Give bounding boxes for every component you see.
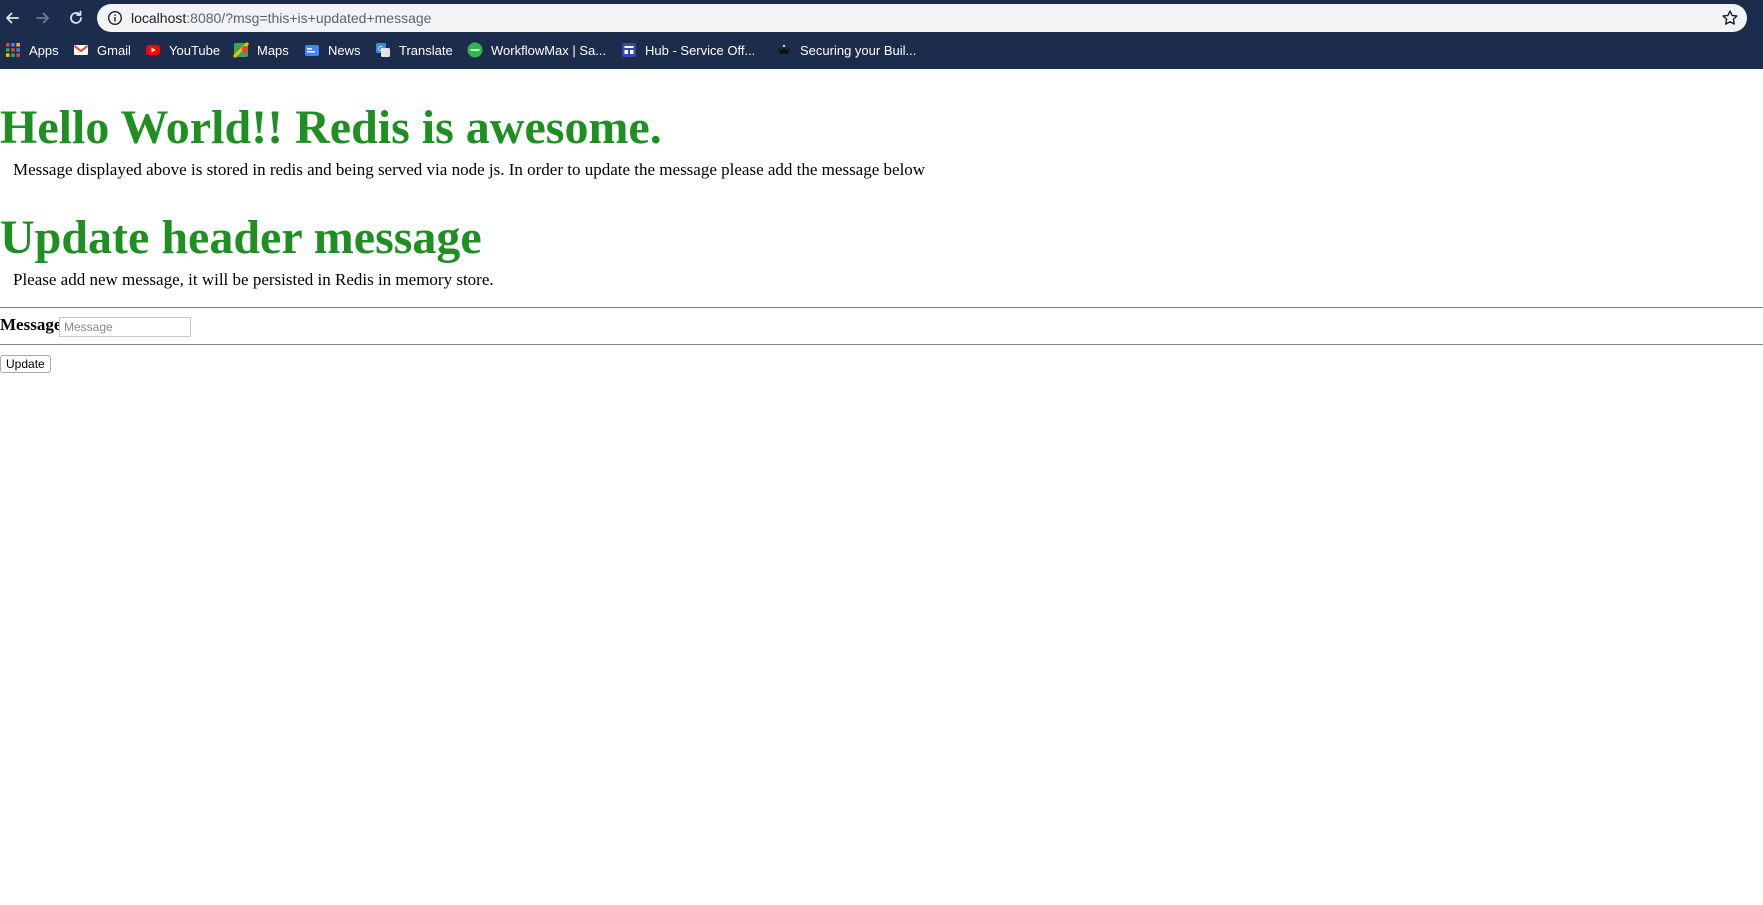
- bookmark-hub[interactable]: Hub - Service Off...: [621, 38, 755, 62]
- youtube-icon: [145, 42, 161, 58]
- bookmark-youtube[interactable]: YouTube: [145, 38, 220, 62]
- browser-toolbar: localhost:8080/?msg=this+is+updated+mess…: [0, 0, 1763, 36]
- form-divider-bottom: [0, 344, 1763, 345]
- bookmark-translate[interactable]: G Translate: [375, 38, 453, 62]
- securing-icon: [776, 42, 792, 58]
- browser-chrome: localhost:8080/?msg=this+is+updated+mess…: [0, 0, 1763, 69]
- address-bar[interactable]: localhost:8080/?msg=this+is+updated+mess…: [97, 4, 1747, 32]
- bookmark-workflowmax[interactable]: WorkflowMax | Sa...: [467, 38, 606, 62]
- svg-text:G: G: [378, 46, 383, 53]
- workflowmax-icon: [467, 42, 483, 58]
- form-divider-top: [0, 307, 1763, 308]
- message-field-label: Message: [0, 315, 62, 334]
- update-section-title: Update header message: [0, 211, 482, 264]
- bookmark-label: Hub - Service Off...: [645, 42, 756, 58]
- bookmark-label: WorkflowMax | Sa...: [491, 42, 607, 58]
- bookmark-label: Maps: [257, 42, 289, 58]
- bookmark-label: Apps: [29, 42, 59, 58]
- bookmark-maps[interactable]: Maps: [232, 38, 289, 62]
- translate-icon: G: [375, 42, 391, 58]
- reload-button[interactable]: [64, 6, 88, 30]
- url-path: :8080/?msg=this+is+updated+message: [186, 10, 432, 26]
- star-icon[interactable]: [1721, 9, 1739, 27]
- update-section-description: Please add new message, it will be persi…: [13, 270, 494, 289]
- bookmark-label: News: [328, 42, 361, 58]
- bookmark-apps[interactable]: Apps: [5, 38, 59, 62]
- info-icon[interactable]: [107, 10, 123, 26]
- page-content: Hello World!! Redis is awesome. Message …: [0, 69, 1763, 905]
- forward-button[interactable]: [31, 6, 55, 30]
- bookmark-securing[interactable]: Securing your Buil...: [776, 38, 916, 62]
- bookmark-gmail[interactable]: Gmail: [73, 38, 131, 62]
- reload-icon: [70, 10, 82, 24]
- arrow-right-icon: [36, 12, 49, 24]
- url-host: localhost: [131, 10, 187, 26]
- bookmark-label: Securing your Buil...: [800, 42, 917, 58]
- gmail-icon: [73, 42, 89, 58]
- page-description: Message displayed above is stored in red…: [13, 160, 926, 179]
- bookmark-label: Translate: [399, 42, 453, 58]
- bookmark-label: Gmail: [97, 42, 131, 58]
- update-button[interactable]: Update: [0, 355, 51, 373]
- news-icon: [304, 42, 320, 58]
- message-input[interactable]: [59, 317, 191, 337]
- bookmark-news[interactable]: News: [304, 38, 361, 62]
- page-title: Hello World!! Redis is awesome.: [0, 101, 662, 154]
- hub-icon: [621, 42, 637, 58]
- back-button[interactable]: [0, 6, 24, 30]
- bookmark-label: YouTube: [169, 42, 221, 58]
- arrow-left-icon: [6, 12, 19, 24]
- apps-grid-icon: [5, 42, 21, 58]
- url-text[interactable]: localhost:8080/?msg=this+is+updated+mess…: [131, 9, 431, 27]
- maps-icon: [232, 41, 250, 59]
- bookmarks-bar: Apps Gmail YouTube Maps News G Translate…: [0, 38, 1763, 62]
